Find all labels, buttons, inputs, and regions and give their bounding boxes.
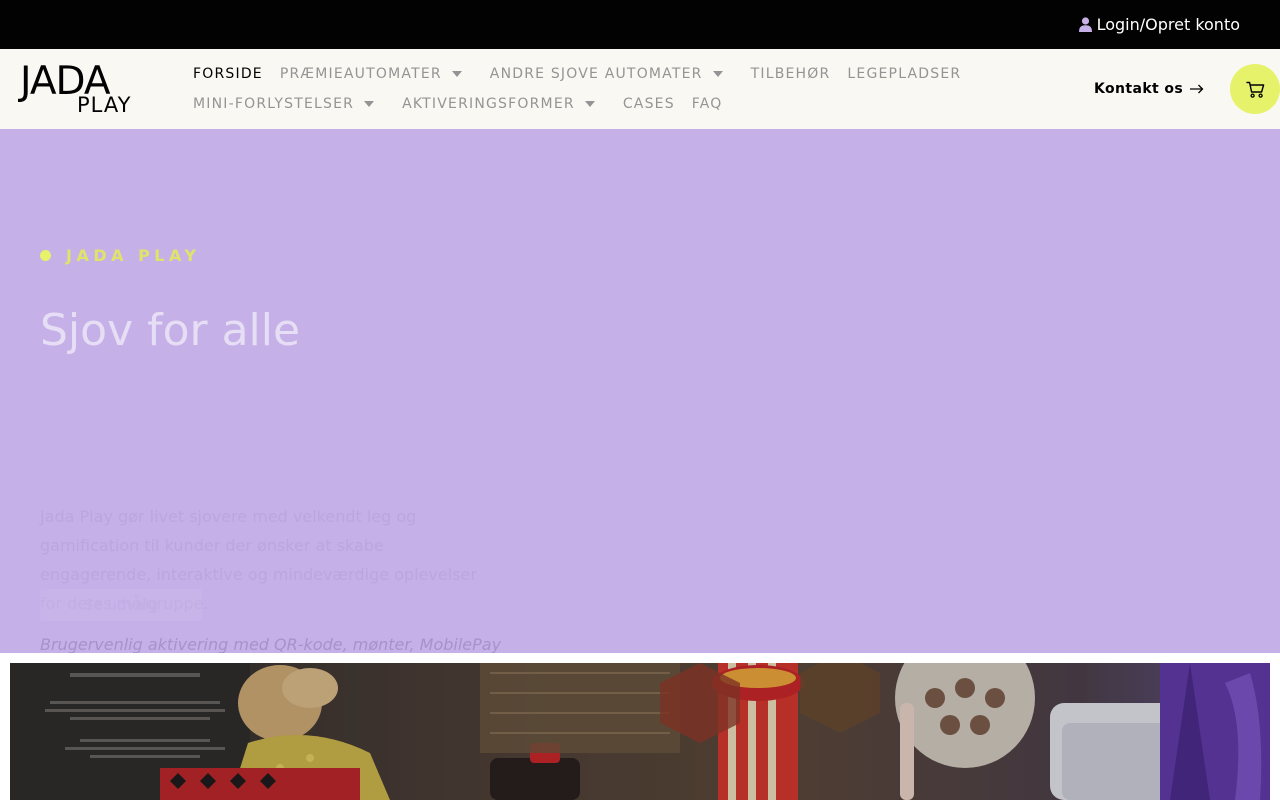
main-nav-row-1: Forside Præmieautomater Andre sjove auto… (193, 63, 961, 85)
nav-label: Præmieautomater (279, 66, 442, 82)
caret-down-icon (451, 71, 462, 77)
photo-illustration (10, 663, 1270, 800)
nav-label: Andre sjove automater (489, 66, 703, 82)
nav-item-praemieautomater[interactable]: Præmieautomater (280, 66, 462, 82)
hero-photo (10, 663, 1270, 800)
caret-down-icon (584, 101, 595, 107)
see-selection-button[interactable]: Se udvalg (40, 589, 202, 621)
hero-eyebrow: JADA PLAY (40, 244, 200, 266)
nav-label: Aktiveringsformer (402, 96, 575, 112)
cart-button[interactable] (1230, 64, 1280, 114)
top-bar: Login/Opret konto (0, 0, 1280, 49)
logo-line2: PLAY (77, 93, 132, 117)
cart-icon (1245, 81, 1264, 98)
contact-button[interactable]: Kontakt os (1094, 78, 1204, 100)
nav-item-andre-sjove-automater[interactable]: Andre sjove automater (490, 66, 723, 82)
login-link[interactable]: Login/Opret konto (1078, 13, 1240, 35)
nav-item-mini-forlystelser[interactable]: Mini-forlystelser (193, 96, 375, 112)
hero-note: Brugervenlig aktivering med QR-kode, møn… (40, 635, 502, 653)
nav-label: Legepladser (847, 66, 962, 82)
caret-down-icon (364, 101, 375, 107)
nav-item-tilbehor[interactable]: Tilbehør (751, 66, 831, 82)
hero-section: JADA PLAY Sjov for alle Jada Play gør li… (0, 129, 1280, 653)
main-nav-row-2: Mini-forlystelser Aktiveringsformer Case… (193, 93, 723, 115)
jada-play-logo[interactable]: JADA PLAY (20, 62, 138, 117)
nav-item-aktiveringsformer[interactable]: Aktiveringsformer (402, 96, 595, 112)
contact-label: Kontakt os (1094, 81, 1184, 97)
hero-title: Sjov for alle (40, 305, 301, 356)
nav-item-forside[interactable]: Forside (193, 66, 263, 82)
nav-label: Mini-forlystelser (193, 96, 355, 112)
nav-label: Forside (193, 66, 263, 82)
user-icon (1078, 16, 1092, 32)
nav-label: FAQ (691, 96, 723, 112)
nav-label: Tilbehør (750, 66, 831, 82)
arrow-right-icon (1190, 84, 1204, 94)
nav-label: Cases (622, 96, 675, 112)
eyebrow-text: JADA PLAY (66, 245, 201, 265)
nav-item-faq[interactable]: FAQ (692, 96, 723, 112)
nav-item-cases[interactable]: Cases (623, 96, 675, 112)
site-header: JADA PLAY Forside Præmieautomater Andre … (0, 49, 1280, 129)
login-label: Login/Opret konto (1096, 14, 1240, 34)
dot-icon (40, 249, 51, 261)
nav-item-legepladser[interactable]: Legepladser (847, 66, 961, 82)
caret-down-icon (712, 71, 723, 77)
